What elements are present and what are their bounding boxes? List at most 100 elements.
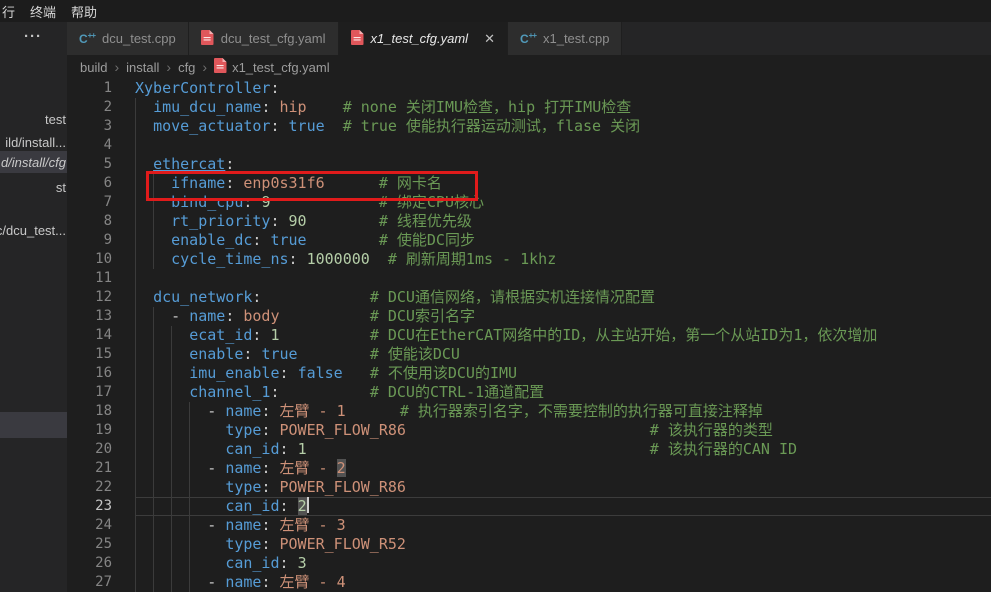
code-line-7[interactable]: 7 bind_cpu: 9 # 绑定CPU核心 xyxy=(67,193,991,212)
code-line-1[interactable]: 1XyberController: xyxy=(67,79,991,98)
code-line-3[interactable]: 3 move_actuator: true # true 使能执行器运动测试，f… xyxy=(67,117,991,136)
line-number: 25 xyxy=(67,535,135,554)
line-content[interactable]: type: POWER_FLOW_R86 xyxy=(135,478,991,497)
line-content[interactable]: enable: true # 使能该DCU xyxy=(135,345,991,364)
line-content[interactable]: ifname: enp0s31f6 # 网卡名 xyxy=(135,174,991,193)
indent-guide xyxy=(153,174,154,193)
code-line-12[interactable]: 12 dcu_network: # DCU通信网络，请根据实机连接情况配置 xyxy=(67,288,991,307)
tab-x1_test_cfg.yaml[interactable]: x1_test_cfg.yaml✕ xyxy=(339,22,508,55)
line-content[interactable]: can_id: 3 xyxy=(135,554,991,573)
line-content[interactable] xyxy=(135,136,991,155)
menu-item-1[interactable]: 行 xyxy=(2,2,15,21)
line-content[interactable]: can_id: 1 # 该执行器的CAN ID xyxy=(135,440,991,459)
line-number: 6 xyxy=(67,174,135,193)
breadcrumb-segment[interactable]: install xyxy=(126,60,159,75)
indent-guide xyxy=(153,459,154,478)
sidebar-item[interactable]: c/dcu_test... xyxy=(0,219,67,241)
breadcrumb-file[interactable]: x1_test_cfg.yaml xyxy=(214,58,330,76)
breadcrumb-segment[interactable]: cfg xyxy=(178,60,195,75)
indent-guide xyxy=(135,440,136,459)
code-line-5[interactable]: 5 ethercat: xyxy=(67,155,991,174)
yaml-file-icon xyxy=(214,58,227,76)
code-line-21[interactable]: 21 - name: 左臂 - 2 xyxy=(67,459,991,478)
menu-item-2[interactable]: 终端 xyxy=(30,2,56,21)
more-actions-icon[interactable]: ··· xyxy=(24,28,42,45)
code-line-9[interactable]: 9 enable_dc: true # 使能DC同步 xyxy=(67,231,991,250)
code-line-19[interactable]: 19 type: POWER_FLOW_R86 # 该执行器的类型 xyxy=(67,421,991,440)
line-content[interactable]: ecat_id: 1 # DCU在EtherCAT网络中的ID，从主站开始，第一… xyxy=(135,326,991,345)
line-content[interactable]: imu_enable: false # 不使用该DCU的IMU xyxy=(135,364,991,383)
line-content[interactable]: - name: 左臂 - 1 # 执行器索引名字，不需要控制的执行器可直接注释掉 xyxy=(135,402,991,421)
line-content[interactable]: - name: 左臂 - 3 xyxy=(135,516,991,535)
line-content[interactable]: imu_dcu_name: hip # none 关闭IMU检查，hip 打开I… xyxy=(135,98,991,117)
line-content[interactable]: enable_dc: true # 使能DC同步 xyxy=(135,231,991,250)
indent-guide xyxy=(135,193,136,212)
tab-dcu_test.cpp[interactable]: C++dcu_test.cpp xyxy=(67,22,189,55)
indent-guide xyxy=(135,554,136,573)
line-content[interactable]: XyberController: xyxy=(135,79,991,98)
indent-guide xyxy=(153,554,154,573)
line-content[interactable]: - name: body # DCU索引名字 xyxy=(135,307,991,326)
line-content[interactable]: - name: 左臂 - 4 xyxy=(135,573,991,592)
indent-guide xyxy=(189,459,190,478)
tab-x1_test.cpp[interactable]: C++x1_test.cpp xyxy=(508,22,623,55)
sidebar-item-label: d/install/cfg xyxy=(1,155,66,170)
line-content[interactable] xyxy=(135,269,991,288)
code-line-4[interactable]: 4 xyxy=(67,136,991,155)
line-content[interactable]: bind_cpu: 9 # 绑定CPU核心 xyxy=(135,193,991,212)
chevron-separator-icon: › xyxy=(202,59,207,75)
indent-guide xyxy=(135,478,136,497)
code-line-27[interactable]: 27 - name: 左臂 - 4 xyxy=(67,573,991,592)
line-content[interactable]: ethercat: xyxy=(135,155,991,174)
line-content[interactable]: type: POWER_FLOW_R86 # 该执行器的类型 xyxy=(135,421,991,440)
code-line-14[interactable]: 14 ecat_id: 1 # DCU在EtherCAT网络中的ID，从主站开始… xyxy=(67,326,991,345)
close-icon[interactable]: ✕ xyxy=(484,31,495,47)
sidebar-selected-row[interactable] xyxy=(0,412,67,438)
code-line-6[interactable]: 6 ifname: enp0s31f6 # 网卡名 xyxy=(67,174,991,193)
code-line-17[interactable]: 17 channel_1: # DCU的CTRL-1通道配置 xyxy=(67,383,991,402)
line-content[interactable]: can_id: 2 xyxy=(135,497,991,516)
code-editor[interactable]: 1XyberController:2 imu_dcu_name: hip # n… xyxy=(67,79,991,592)
indent-guide xyxy=(171,497,172,516)
sidebar-item[interactable]: d/install/cfg xyxy=(0,151,67,173)
menubar: 行终端帮助 xyxy=(0,0,991,22)
code-line-15[interactable]: 15 enable: true # 使能该DCU xyxy=(67,345,991,364)
line-content[interactable]: type: POWER_FLOW_R52 xyxy=(135,535,991,554)
line-content[interactable]: channel_1: # DCU的CTRL-1通道配置 xyxy=(135,383,991,402)
code-line-16[interactable]: 16 imu_enable: false # 不使用该DCU的IMU xyxy=(67,364,991,383)
indent-guide xyxy=(135,174,136,193)
code-line-23[interactable]: 23 can_id: 2 xyxy=(67,497,991,516)
tab-dcu_test_cfg.yaml[interactable]: dcu_test_cfg.yaml xyxy=(189,22,339,55)
sidebar-item[interactable]: st xyxy=(0,176,67,198)
line-content[interactable]: rt_priority: 90 # 线程优先级 xyxy=(135,212,991,231)
sidebar-item[interactable]: test xyxy=(0,108,67,130)
indent-guide xyxy=(153,478,154,497)
line-content[interactable]: dcu_network: # DCU通信网络，请根据实机连接情况配置 xyxy=(135,288,991,307)
code-line-26[interactable]: 26 can_id: 3 xyxy=(67,554,991,573)
line-number: 26 xyxy=(67,554,135,573)
code-line-24[interactable]: 24 - name: 左臂 - 3 xyxy=(67,516,991,535)
code-line-25[interactable]: 25 type: POWER_FLOW_R52 xyxy=(67,535,991,554)
indent-guide xyxy=(135,345,136,364)
breadcrumb-segment[interactable]: build xyxy=(80,60,107,75)
line-number: 21 xyxy=(67,459,135,478)
code-line-13[interactable]: 13 - name: body # DCU索引名字 xyxy=(67,307,991,326)
code-line-18[interactable]: 18 - name: 左臂 - 1 # 执行器索引名字，不需要控制的执行器可直接… xyxy=(67,402,991,421)
code-line-22[interactable]: 22 type: POWER_FLOW_R86 xyxy=(67,478,991,497)
indent-guide xyxy=(135,117,136,136)
indent-guide xyxy=(171,554,172,573)
code-line-20[interactable]: 20 can_id: 1 # 该执行器的CAN ID xyxy=(67,440,991,459)
line-number: 22 xyxy=(67,478,135,497)
menu-item-3[interactable]: 帮助 xyxy=(71,2,97,21)
code-line-2[interactable]: 2 imu_dcu_name: hip # none 关闭IMU检查，hip 打… xyxy=(67,98,991,117)
sidebar-item[interactable]: ild/install... xyxy=(0,131,67,153)
indent-guide xyxy=(135,459,136,478)
line-content[interactable]: move_actuator: true # true 使能执行器运动测试，fla… xyxy=(135,117,991,136)
line-content[interactable]: - name: 左臂 - 2 xyxy=(135,459,991,478)
sidebar-item-label: test xyxy=(45,112,66,127)
code-line-10[interactable]: 10 cycle_time_ns: 1000000 # 刷新周期1ms - 1k… xyxy=(67,250,991,269)
indent-guide xyxy=(135,326,136,345)
code-line-8[interactable]: 8 rt_priority: 90 # 线程优先级 xyxy=(67,212,991,231)
line-content[interactable]: cycle_time_ns: 1000000 # 刷新周期1ms - 1khz xyxy=(135,250,991,269)
code-line-11[interactable]: 11 xyxy=(67,269,991,288)
